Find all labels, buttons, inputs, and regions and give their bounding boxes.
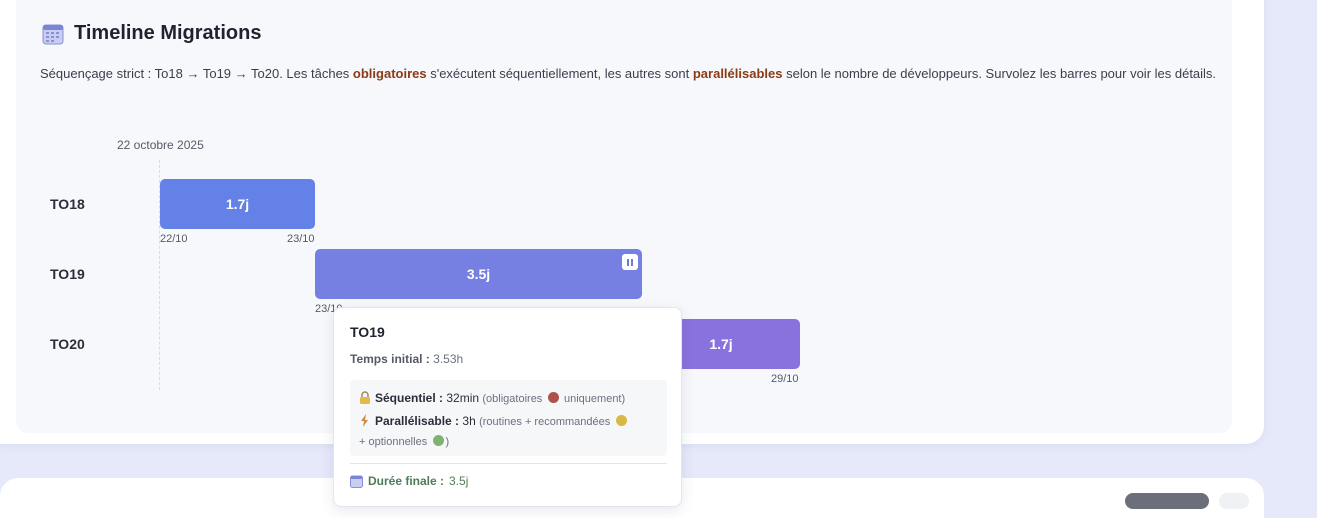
parallel-note: + optionnelles: [359, 436, 428, 448]
obligatoires-highlight: obligatoires: [352, 66, 427, 81]
bar-tooltip: TO19 Temps initial : 3.53h Séquentiel : …: [333, 307, 682, 507]
parallelisables-highlight: parallélisables: [692, 66, 783, 81]
parallel-line-cont: + optionnelles ): [359, 433, 658, 450]
start-tick: 22/10: [160, 233, 188, 245]
lightning-icon: [361, 414, 368, 427]
row-label-to20: TO20: [50, 336, 85, 352]
sequential-label: Séquentiel :: [375, 391, 444, 405]
parallel-value: 3h: [462, 414, 476, 428]
calendar-icon: [42, 24, 64, 44]
red-dot-icon: [547, 392, 559, 403]
parallel-label: Parallélisable :: [375, 414, 460, 428]
final-duration-label: Durée finale :: [368, 474, 445, 488]
end-tick: 29/10: [771, 373, 799, 385]
next-card-button[interactable]: [1219, 493, 1249, 509]
sequential-note: uniquement): [564, 393, 626, 405]
sequential-value: 32min: [446, 391, 480, 405]
initial-time-value: 3.53h: [433, 352, 464, 366]
parallel-note: (routines + recommandées: [479, 416, 611, 428]
tooltip-final-duration: Durée finale : 3.5j: [350, 474, 468, 488]
row-label-to18: TO18: [50, 196, 85, 212]
initial-time-label: Temps initial :: [350, 352, 430, 366]
parallel-line: Parallélisable : 3h (routines + recomman…: [359, 410, 658, 433]
sequential-note: (obligatoires: [482, 393, 543, 405]
description-text: Séquençage strict : To18 → To19 → To20. …: [40, 66, 353, 81]
pause-icon[interactable]: [622, 254, 638, 270]
timeline-description: Séquençage strict : To18 → To19 → To20. …: [40, 64, 1220, 84]
timeline-bar-to18[interactable]: 1.7j: [160, 179, 315, 229]
description-text: s'exécutent séquentiellement, les autres…: [426, 66, 693, 81]
end-tick: 23/10: [287, 233, 315, 245]
description-text: selon le nombre de développeurs. Survole…: [782, 66, 1217, 81]
calendar-icon: [350, 475, 363, 488]
sequential-line: Séquentiel : 32min (obligatoires uniquem…: [359, 387, 658, 410]
tooltip-breakdown: Séquentiel : 32min (obligatoires uniquem…: [350, 380, 667, 456]
row-label-to19: TO19: [50, 266, 85, 282]
bar-duration: 1.7j: [225, 196, 250, 212]
bar-duration: 1.7j: [709, 336, 733, 352]
final-duration-value: 3.5j: [449, 474, 469, 488]
page-title: Timeline Migrations: [74, 22, 262, 44]
tooltip-initial-time: Temps initial : 3.53h: [350, 352, 463, 366]
tooltip-title: TO19: [350, 324, 385, 340]
next-card-button[interactable]: [1125, 493, 1209, 509]
start-date-label: 22 octobre 2025: [117, 138, 204, 152]
title-row: Timeline Migrations: [42, 22, 261, 45]
parallel-note: ): [445, 436, 450, 448]
bar-duration: 3.5j: [466, 266, 491, 282]
timeline-bar-to19[interactable]: 3.5j: [315, 249, 642, 299]
tooltip-divider: [350, 463, 667, 464]
lock-icon: [360, 391, 370, 404]
green-dot-icon: [432, 435, 444, 446]
yellow-dot-icon: [615, 415, 627, 426]
